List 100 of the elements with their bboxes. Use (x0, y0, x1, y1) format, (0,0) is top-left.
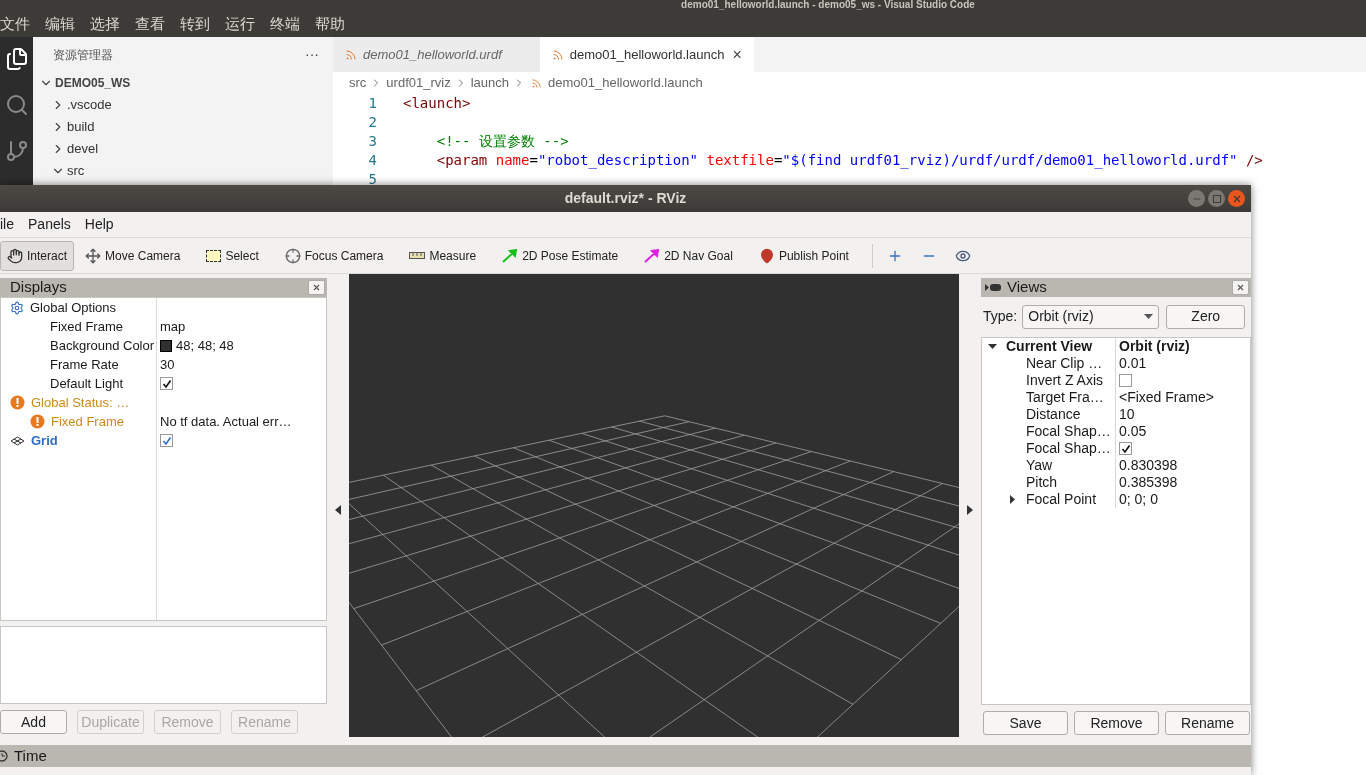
move-icon (85, 247, 102, 264)
menu-item[interactable]: 运行 (225, 12, 255, 36)
tool-button[interactable]: Interact (0, 240, 75, 271)
rss-icon (530, 77, 542, 89)
breadcrumb-item[interactable]: demo01_helloworld.launch (547, 73, 703, 93)
files-icon[interactable] (4, 47, 29, 71)
checkbox[interactable] (160, 434, 173, 447)
code-line: <param name="robot_description" textfile="$(find urdf01_rviz)/urdf/urdf/demo01_helloworld.urdf" /> (435, 151, 1263, 171)
tool-button[interactable]: Move Camera (78, 240, 188, 271)
property-name[interactable]: Fixed Frame (50, 316, 123, 337)
property-name[interactable]: Grid (31, 430, 58, 451)
line-number: 5 (367, 170, 377, 189)
editor-tab[interactable]: demo01_helloworld.launch × (539, 37, 754, 72)
menu-item[interactable]: Help (84, 214, 114, 235)
menu-item[interactable]: 文件 (0, 12, 30, 36)
code-line: <!-- 设置参数 --> (435, 132, 569, 151)
breadcrumb-item[interactable]: urdf01_rviz (386, 73, 451, 93)
search-icon[interactable] (4, 93, 29, 117)
property-value: 10 (1119, 405, 1135, 424)
type-dropdown[interactable]: Orbit (rviz) (1022, 304, 1160, 329)
expand-arrow-icon[interactable] (967, 504, 973, 515)
line-number: 4 (367, 151, 377, 170)
tool-button[interactable]: Focus Camera (277, 240, 391, 271)
code-line: <launch> (403, 94, 471, 113)
breadcrumb-item[interactable]: src (349, 73, 367, 93)
gear-icon (10, 300, 24, 315)
property-value: 30 (160, 355, 175, 374)
menu-item[interactable]: 编辑 (45, 12, 75, 36)
close-panel-button[interactable] (1232, 280, 1249, 295)
property-value: 0; 0; 0 (1119, 490, 1158, 509)
tool-button[interactable]: Measure (402, 240, 484, 271)
property-name[interactable]: Frame Rate (50, 354, 119, 375)
property-value: 0.01 (1119, 354, 1147, 373)
property-name[interactable]: Default Light (50, 373, 123, 394)
property-value: No tf data. Actual err… (160, 412, 292, 431)
close-panel-button[interactable] (308, 280, 325, 295)
property-value: 48; 48; 48 (176, 336, 234, 355)
property-name[interactable]: Background Color (50, 335, 155, 356)
zero-button[interactable]: Zero (1166, 304, 1246, 329)
close-button[interactable] (1228, 190, 1245, 207)
maximize-button[interactable] (1208, 190, 1225, 207)
camera-icon (985, 283, 1001, 292)
folder-item[interactable]: .vscode (67, 95, 112, 115)
tool-button[interactable]: 2D Pose Estimate (495, 240, 626, 271)
property-name[interactable]: Global Options (30, 297, 116, 318)
menu-item[interactable]: 帮助 (315, 12, 345, 36)
panel-button[interactable]: Remove (1074, 711, 1159, 735)
property-value: 0.385398 (1119, 473, 1178, 492)
line-number: 1 (367, 94, 377, 113)
warning-icon (30, 414, 45, 429)
menu-item[interactable]: ile (0, 214, 14, 235)
window-title: demo01_helloworld.launch - demo05_ws - Visual Studio Code (681, 0, 975, 10)
close-tab-button[interactable]: × (732, 42, 742, 67)
folder-item[interactable]: src (67, 161, 85, 181)
collapsed-arrow-icon[interactable] (1008, 495, 1017, 504)
checkbox[interactable] (1119, 442, 1132, 455)
tool-button[interactable]: Select (199, 240, 266, 271)
panel-button[interactable]: Rename (1165, 711, 1250, 735)
panel-button[interactable]: Save (983, 711, 1068, 735)
folder-item[interactable]: devel (67, 139, 99, 159)
menu-item[interactable]: 选择 (90, 12, 120, 36)
workspace-header[interactable]: DEMO05_WS (55, 74, 131, 92)
folder-item[interactable]: build (67, 117, 95, 137)
collapse-arrow-icon[interactable] (335, 504, 341, 515)
rss-icon (345, 48, 357, 61)
window-title: default.rviz* - RViz (564, 189, 687, 208)
selection-icon (206, 249, 222, 262)
expanded-arrow-icon[interactable] (988, 342, 997, 351)
menu-item[interactable]: 终端 (270, 12, 300, 36)
panel-title: Time (14, 745, 47, 766)
explorer-title: 资源管理器 (53, 46, 113, 64)
grid-icon (10, 435, 25, 446)
close-icon (1236, 283, 1245, 292)
dropdown-arrow-icon (1144, 314, 1154, 319)
menu-item[interactable]: 转到 (180, 12, 210, 36)
checkbox[interactable] (160, 377, 173, 390)
tool-button[interactable]: Publish Point (751, 240, 856, 271)
arrow-icon (644, 248, 661, 263)
tab-label: demo01_helloworld.urdf (363, 45, 502, 64)
minimize-button[interactable] (1188, 190, 1205, 207)
panel-button[interactable]: Add (0, 710, 67, 734)
panel-title: Displays (10, 277, 67, 298)
menu-item[interactable]: Panels (28, 214, 71, 235)
property-value: map (160, 317, 186, 336)
pin-icon (758, 247, 775, 264)
line-number: 2 (367, 113, 377, 132)
tool-button[interactable]: 2D Nav Goal (637, 240, 740, 271)
rss-icon (551, 48, 564, 61)
more-actions-button[interactable]: ··· (305, 44, 319, 65)
arrow-icon (502, 248, 519, 263)
checkbox[interactable] (1119, 374, 1132, 387)
close-icon (1231, 193, 1242, 204)
3d-viewport[interactable] (349, 274, 959, 737)
ruler-icon (409, 252, 426, 259)
breadcrumb-item[interactable]: launch (470, 73, 509, 93)
branch-icon[interactable] (4, 139, 29, 163)
editor-tab[interactable]: demo01_helloworld.urdf (333, 37, 540, 72)
property-value: 0.05 (1119, 422, 1147, 441)
clock-icon (0, 750, 8, 762)
menu-item[interactable]: 查看 (135, 12, 165, 36)
